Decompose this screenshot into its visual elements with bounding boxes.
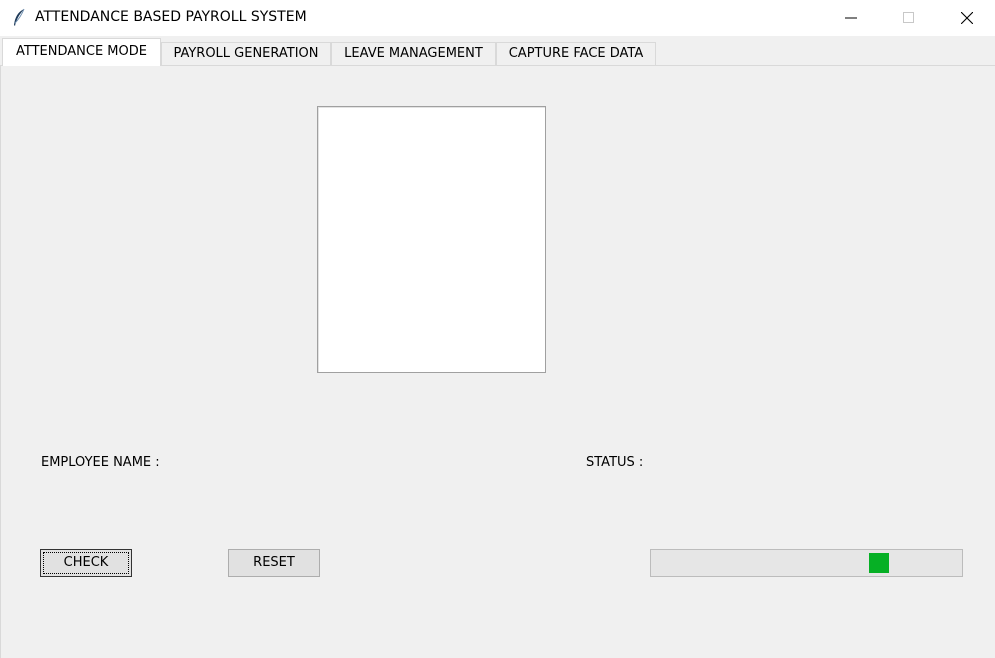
reset-button[interactable]: RESET — [228, 549, 320, 577]
app-window: ATTENDANCE BASED PAYROLL SYSTEM ATTENDAN… — [0, 0, 995, 658]
camera-preview — [317, 106, 546, 373]
tab-payroll-generation[interactable]: PAYROLL GENERATION — [161, 42, 331, 65]
close-button[interactable] — [939, 0, 995, 36]
feather-icon — [12, 8, 26, 28]
progress-bar — [650, 549, 963, 577]
check-button-label: CHECK — [63, 555, 109, 570]
maximize-icon — [903, 12, 914, 23]
minimize-button[interactable] — [823, 0, 881, 36]
reset-button-label: RESET — [253, 555, 295, 570]
tab-attendance-mode[interactable]: ATTENDANCE MODE — [2, 38, 161, 66]
close-icon — [961, 12, 973, 24]
status-label: STATUS : — [586, 455, 644, 470]
maximize-button[interactable] — [881, 0, 939, 36]
employee-name-label: EMPLOYEE NAME : — [41, 455, 160, 470]
minimize-icon — [845, 17, 857, 19]
title-bar: ATTENDANCE BASED PAYROLL SYSTEM — [0, 0, 995, 36]
tab-leave-management[interactable]: LEAVE MANAGEMENT — [331, 42, 496, 65]
check-button[interactable]: CHECK — [40, 549, 132, 577]
progress-indicator — [869, 553, 889, 573]
tab-capture-face-data[interactable]: CAPTURE FACE DATA — [496, 42, 656, 65]
window-title: ATTENDANCE BASED PAYROLL SYSTEM — [35, 9, 307, 25]
